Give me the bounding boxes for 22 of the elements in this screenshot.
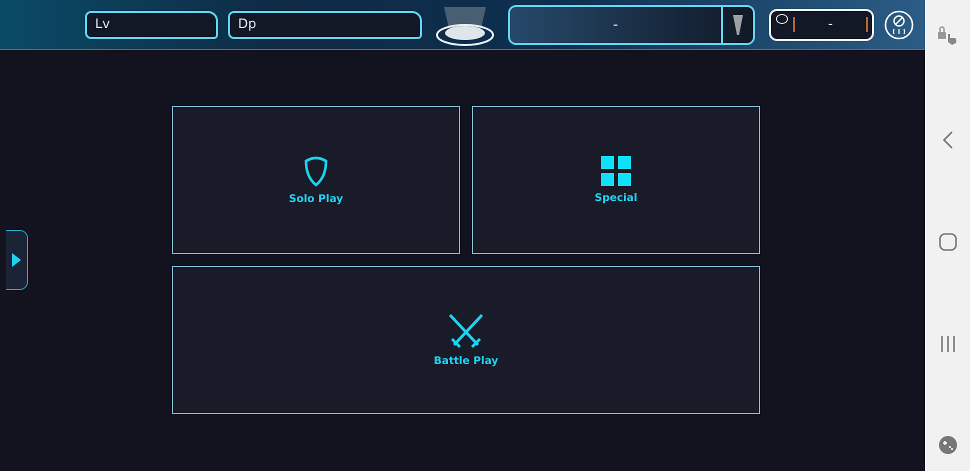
mode-tile[interactable]: Solo Play — [172, 106, 460, 254]
back-icon[interactable] — [942, 130, 954, 148]
home-icon[interactable] — [938, 233, 956, 251]
recent-apps-icon[interactable] — [940, 336, 956, 352]
tile-label: Solo Play — [288, 193, 344, 205]
lock-hand-icon[interactable] — [936, 26, 958, 46]
grid-icon — [601, 156, 631, 186]
shield-icon — [303, 155, 329, 187]
mode-tile[interactable]: Battle Play — [172, 266, 760, 414]
mode-tile[interactable]: Special — [472, 106, 760, 254]
caret-icon — [733, 14, 743, 34]
tile-label: Battle Play — [434, 355, 498, 367]
play-arrow-icon — [12, 253, 21, 267]
crossed-swords-icon — [448, 313, 484, 349]
battery-counter: - — [769, 8, 874, 40]
stat-field: Lv — [85, 10, 218, 38]
dropdown[interactable]: - — [508, 4, 755, 44]
side-panel-tab[interactable] — [6, 230, 28, 290]
no-signal-icon[interactable] — [884, 10, 914, 40]
tile-label: Special — [594, 192, 638, 204]
gamepad-icon[interactable] — [938, 436, 956, 454]
stat-field: Dp — [228, 10, 422, 38]
